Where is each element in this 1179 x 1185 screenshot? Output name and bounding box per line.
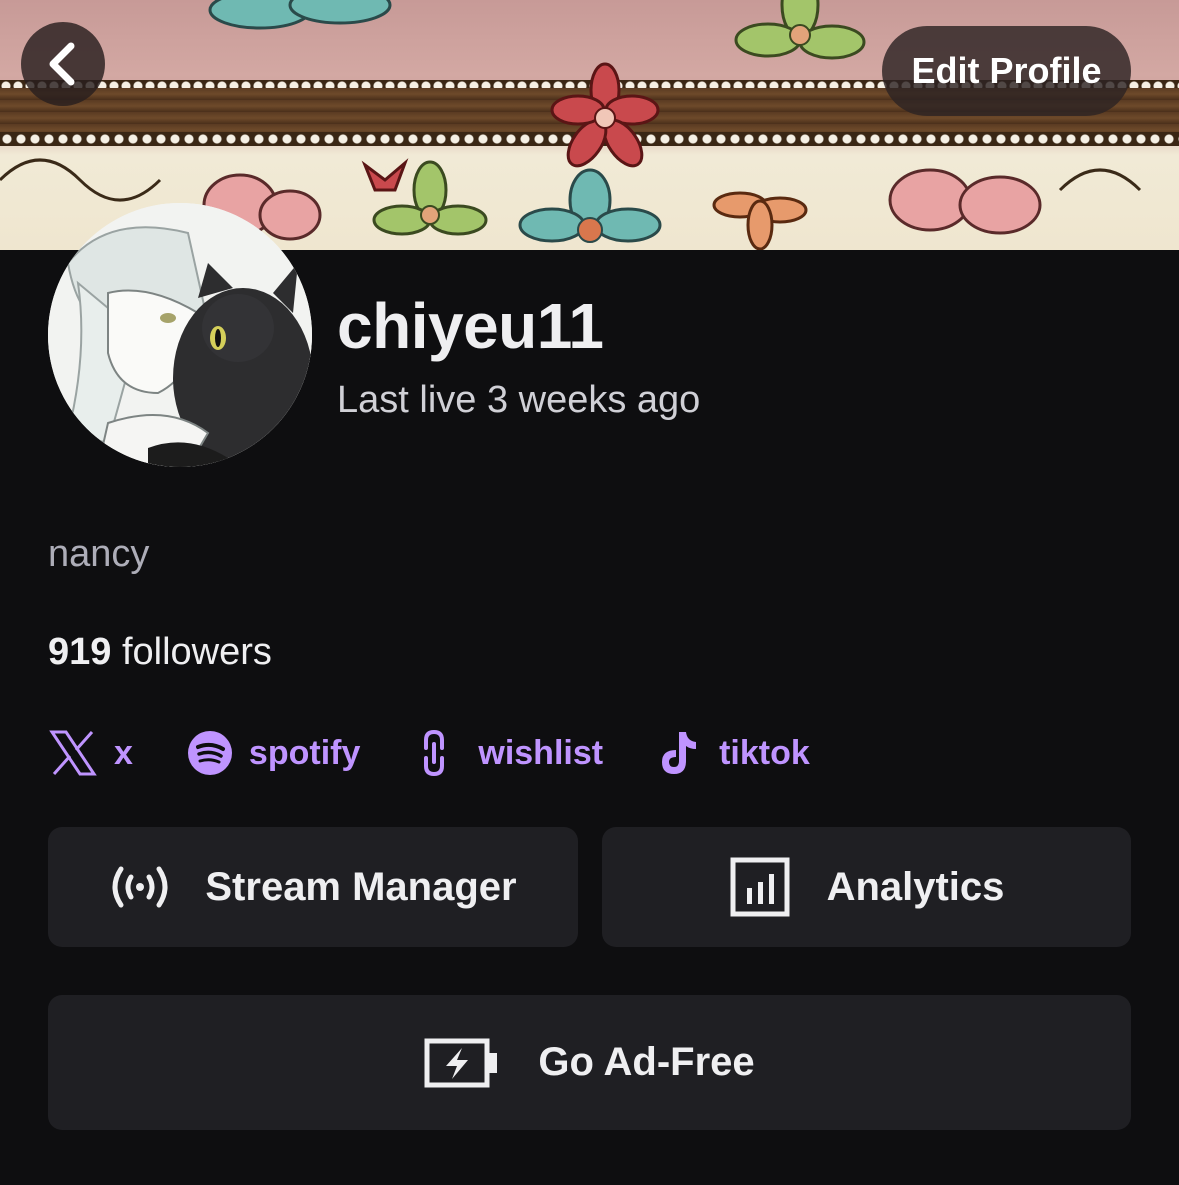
tiktok-icon xyxy=(659,730,699,776)
go-ad-free-button[interactable]: Go Ad-Free xyxy=(48,995,1131,1130)
username: chiyeu11 xyxy=(337,290,604,362)
edit-profile-button[interactable]: Edit Profile xyxy=(882,26,1131,116)
last-live-status: Last live 3 weeks ago xyxy=(337,379,701,421)
avatar[interactable] xyxy=(48,203,312,467)
stream-manager-button[interactable]: Stream Manager xyxy=(48,827,578,947)
spotify-icon xyxy=(187,730,233,776)
analytics-icon xyxy=(729,856,791,918)
analytics-label: Analytics xyxy=(826,864,1005,909)
go-ad-free-label: Go Ad-Free xyxy=(538,1040,755,1084)
followers-label: followers xyxy=(121,631,272,673)
edit-profile-label: Edit Profile xyxy=(911,50,1102,91)
social-links: x spotify wishlist tiktok xyxy=(48,722,810,784)
battery-bolt-icon xyxy=(424,1036,500,1090)
social-link-wishlist-label: wishlist xyxy=(478,733,604,772)
bio: nancy xyxy=(48,533,150,575)
analytics-button[interactable]: Analytics xyxy=(602,827,1131,947)
avatar-image xyxy=(48,203,312,467)
social-link-x[interactable]: x xyxy=(48,728,133,778)
social-link-spotify-label: spotify xyxy=(248,733,361,772)
social-link-x-label: x xyxy=(114,733,133,772)
followers-count: 919 followers xyxy=(48,628,272,676)
stream-manager-label: Stream Manager xyxy=(205,864,517,909)
social-link-wishlist[interactable]: wishlist xyxy=(416,728,603,778)
social-link-tiktok-label: tiktok xyxy=(719,733,810,772)
chevron-left-icon xyxy=(49,42,75,86)
x-logo-icon xyxy=(48,728,98,778)
social-link-spotify[interactable]: spotify xyxy=(187,730,360,776)
broadcast-icon xyxy=(109,865,171,909)
back-button[interactable] xyxy=(21,22,105,106)
followers-number: 919 xyxy=(48,631,112,673)
social-link-tiktok[interactable]: tiktok xyxy=(659,730,810,776)
link-icon xyxy=(416,728,452,778)
